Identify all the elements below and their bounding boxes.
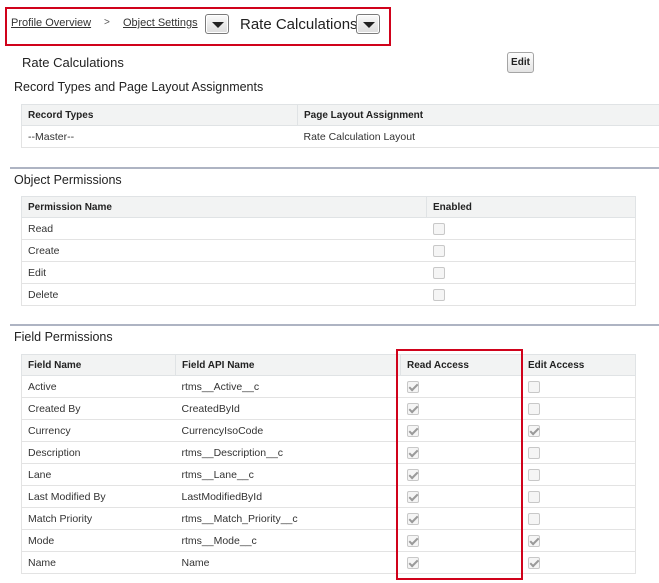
field-name-cell: Active	[21, 375, 176, 398]
table-row: --Master-- Rate Calculation Layout	[21, 125, 659, 148]
field-api-name-cell: Name	[175, 551, 401, 574]
permission-name-cell: Read	[21, 217, 427, 240]
permission-name-cell: Edit	[21, 261, 427, 284]
read-access-checkbox	[406, 380, 419, 393]
table-row: Lane rtms__Lane__c	[21, 463, 636, 486]
record-types-section-title: Record Types and Page Layout Assignments	[14, 80, 264, 94]
field-name-cell: Created By	[21, 397, 176, 420]
field-name-cell: Lane	[21, 463, 176, 486]
column-header-read-access: Read Access	[400, 354, 522, 376]
read-access-checkbox	[406, 468, 419, 481]
field-api-name-cell: LastModifiedById	[175, 485, 401, 508]
breadcrumb-current: Rate Calculations	[240, 16, 358, 33]
field-name-cell: Last Modified By	[21, 485, 176, 508]
table-row: Name Name	[21, 551, 636, 574]
read-access-checkbox	[406, 556, 419, 569]
read-access-checkbox	[406, 512, 419, 525]
column-header-permission-name: Permission Name	[21, 196, 427, 218]
field-api-name-cell: CreatedById	[175, 397, 401, 420]
read-access-checkbox	[406, 424, 419, 437]
field-permissions-section-title: Field Permissions	[14, 330, 113, 344]
field-name-cell: Name	[21, 551, 176, 574]
record-type-cell: --Master--	[21, 125, 298, 148]
edit-access-checkbox	[527, 402, 540, 415]
permission-name-cell: Create	[21, 239, 427, 262]
edit-access-checkbox	[527, 380, 540, 393]
field-api-name-cell: rtms__Match_Priority__c	[175, 507, 401, 530]
section-divider	[10, 324, 659, 326]
field-api-name-cell: rtms__Active__c	[175, 375, 401, 398]
edit-access-checkbox	[527, 534, 540, 547]
record-types-table: Record Types Page Layout Assignment --Ma…	[21, 104, 659, 148]
table-row: Description rtms__Description__c	[21, 441, 636, 464]
enabled-checkbox	[432, 266, 445, 279]
table-row: Read	[21, 217, 636, 240]
enabled-checkbox	[432, 288, 445, 301]
object-settings-dropdown-button[interactable]	[205, 14, 229, 34]
field-name-cell: Mode	[21, 529, 176, 552]
read-access-checkbox	[406, 446, 419, 459]
table-row: Created By CreatedById	[21, 397, 636, 420]
field-api-name-cell: CurrencyIsoCode	[175, 419, 401, 442]
column-header-page-layout: Page Layout Assignment	[297, 104, 659, 126]
table-row: Mode rtms__Mode__c	[21, 529, 636, 552]
object-permissions-table: Permission Name Enabled Read Create Edit…	[21, 196, 636, 306]
column-header-record-types: Record Types	[21, 104, 298, 126]
page-title: Rate Calculations	[22, 55, 124, 70]
field-permissions-table: Field Name Field API Name Read Access Ed…	[21, 354, 636, 574]
object-permissions-section-title: Object Permissions	[14, 173, 122, 187]
table-row: Last Modified By LastModifiedById	[21, 485, 636, 508]
edit-access-checkbox	[527, 468, 540, 481]
table-row: Create	[21, 239, 636, 262]
read-access-checkbox	[406, 534, 419, 547]
read-access-checkbox	[406, 402, 419, 415]
enabled-checkbox	[432, 244, 445, 257]
page-layout-cell: Rate Calculation Layout	[297, 125, 659, 148]
table-row: Active rtms__Active__c	[21, 375, 636, 398]
edit-access-checkbox	[527, 490, 540, 503]
table-row: Currency CurrencyIsoCode	[21, 419, 636, 442]
column-header-field-name: Field Name	[21, 354, 176, 376]
edit-access-checkbox	[527, 512, 540, 525]
field-api-name-cell: rtms__Lane__c	[175, 463, 401, 486]
table-row: Edit	[21, 261, 636, 284]
breadcrumb-object-settings-link[interactable]: Object Settings	[123, 17, 198, 29]
breadcrumb-profile-overview-link[interactable]: Profile Overview	[11, 17, 91, 29]
edit-access-checkbox	[527, 424, 540, 437]
edit-access-checkbox	[527, 556, 540, 569]
field-name-cell: Currency	[21, 419, 176, 442]
section-divider	[10, 167, 659, 169]
field-api-name-cell: rtms__Description__c	[175, 441, 401, 464]
field-name-cell: Description	[21, 441, 176, 464]
column-header-edit-access: Edit Access	[521, 354, 636, 376]
rate-calculations-dropdown-button[interactable]	[356, 14, 380, 34]
table-row: Match Priority rtms__Match_Priority__c	[21, 507, 636, 530]
column-header-enabled: Enabled	[426, 196, 636, 218]
edit-button[interactable]: Edit	[507, 52, 534, 73]
edit-access-checkbox	[527, 446, 540, 459]
table-row: Delete	[21, 283, 636, 306]
permission-name-cell: Delete	[21, 283, 427, 306]
field-api-name-cell: rtms__Mode__c	[175, 529, 401, 552]
column-header-field-api-name: Field API Name	[175, 354, 401, 376]
read-access-checkbox	[406, 490, 419, 503]
enabled-checkbox	[432, 222, 445, 235]
breadcrumb-separator: >	[104, 17, 110, 28]
field-name-cell: Match Priority	[21, 507, 176, 530]
